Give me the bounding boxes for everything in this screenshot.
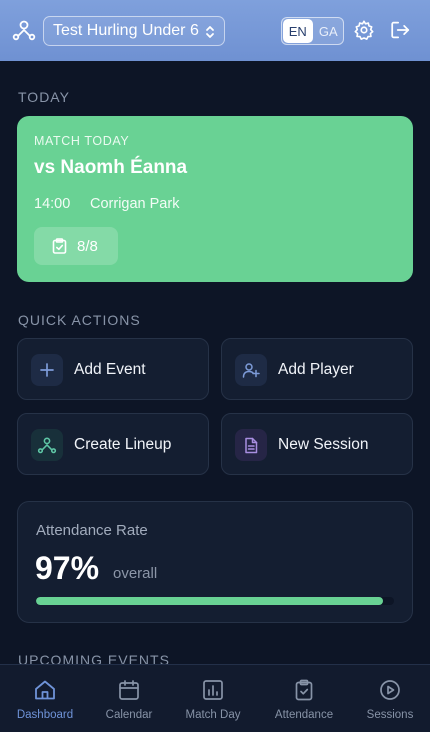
nav-sessions-label: Sessions <box>366 709 414 721</box>
section-label-today: TODAY <box>18 89 70 105</box>
home-icon <box>35 680 55 700</box>
attendance-progress-fill <box>36 597 384 605</box>
lineup-icon <box>31 429 63 461</box>
chevron-up-down-icon <box>206 26 214 38</box>
lang-option-en[interactable]: EN <box>283 19 313 43</box>
create-lineup-label: Create Lineup <box>74 436 172 453</box>
add-player-button[interactable]: Add Player <box>221 338 413 400</box>
match-time: 14:00 <box>34 196 71 212</box>
nav-attendance[interactable]: Attendance <box>262 665 346 732</box>
lang-option-ga[interactable]: GA <box>314 18 344 44</box>
match-tag: MATCH TODAY <box>34 134 130 148</box>
new-session-button[interactable]: New Session <box>221 413 413 475</box>
availability-count: 8/8 <box>77 237 98 255</box>
plus-icon <box>31 354 63 386</box>
nav-calendar[interactable]: Calendar <box>92 665 166 732</box>
attendance-progress-track <box>36 597 394 605</box>
nav-dashboard-label: Dashboard <box>16 709 74 721</box>
team-name: Test Hurling Under 6 <box>53 22 199 39</box>
nav-match-day[interactable]: Match Day <box>176 665 250 732</box>
create-lineup-button[interactable]: Create Lineup <box>17 413 209 475</box>
logout-icon[interactable] <box>389 19 411 41</box>
bottom-navigation: Dashboard Calendar Match Day Attendance … <box>0 664 430 732</box>
section-label-quick-actions: QUICK ACTIONS <box>18 312 141 328</box>
nav-match-day-label: Match Day <box>185 709 241 721</box>
nav-calendar-label: Calendar <box>105 709 153 721</box>
nav-dashboard[interactable]: Dashboard <box>8 665 82 732</box>
attendance-sub: overall <box>113 565 158 582</box>
match-today-card[interactable]: MATCH TODAY vs Naomh Éanna 14:00 Corriga… <box>17 116 413 282</box>
match-venue: Corrigan Park <box>90 196 180 212</box>
attendance-card[interactable]: Attendance Rate 97% overall <box>17 501 413 623</box>
nav-sessions[interactable]: Sessions <box>353 665 427 732</box>
add-player-label: Add Player <box>278 361 354 378</box>
availability-badge[interactable]: 8/8 <box>34 227 118 265</box>
clipboard-check-icon <box>295 679 313 701</box>
clipboard-check-icon <box>52 238 67 254</box>
document-icon <box>235 429 267 461</box>
add-event-label: Add Event <box>74 361 146 378</box>
match-opponent: vs Naomh Éanna <box>34 157 188 178</box>
add-event-button[interactable]: Add Event <box>17 338 209 400</box>
app-header: Test Hurling Under 6 EN GA <box>0 0 430 61</box>
user-plus-icon <box>235 354 267 386</box>
gear-icon[interactable] <box>353 19 375 41</box>
calendar-icon <box>119 680 139 700</box>
attendance-title: Attendance Rate <box>36 522 148 539</box>
new-session-label: New Session <box>278 436 369 453</box>
team-selector[interactable]: Test Hurling Under 6 <box>43 16 225 46</box>
nav-attendance-label: Attendance <box>274 709 334 721</box>
team-icon[interactable] <box>12 19 36 41</box>
attendance-value: 97% <box>35 550 100 586</box>
play-circle-icon <box>380 680 400 700</box>
language-toggle: EN GA <box>281 17 344 45</box>
chart-icon <box>203 680 223 700</box>
